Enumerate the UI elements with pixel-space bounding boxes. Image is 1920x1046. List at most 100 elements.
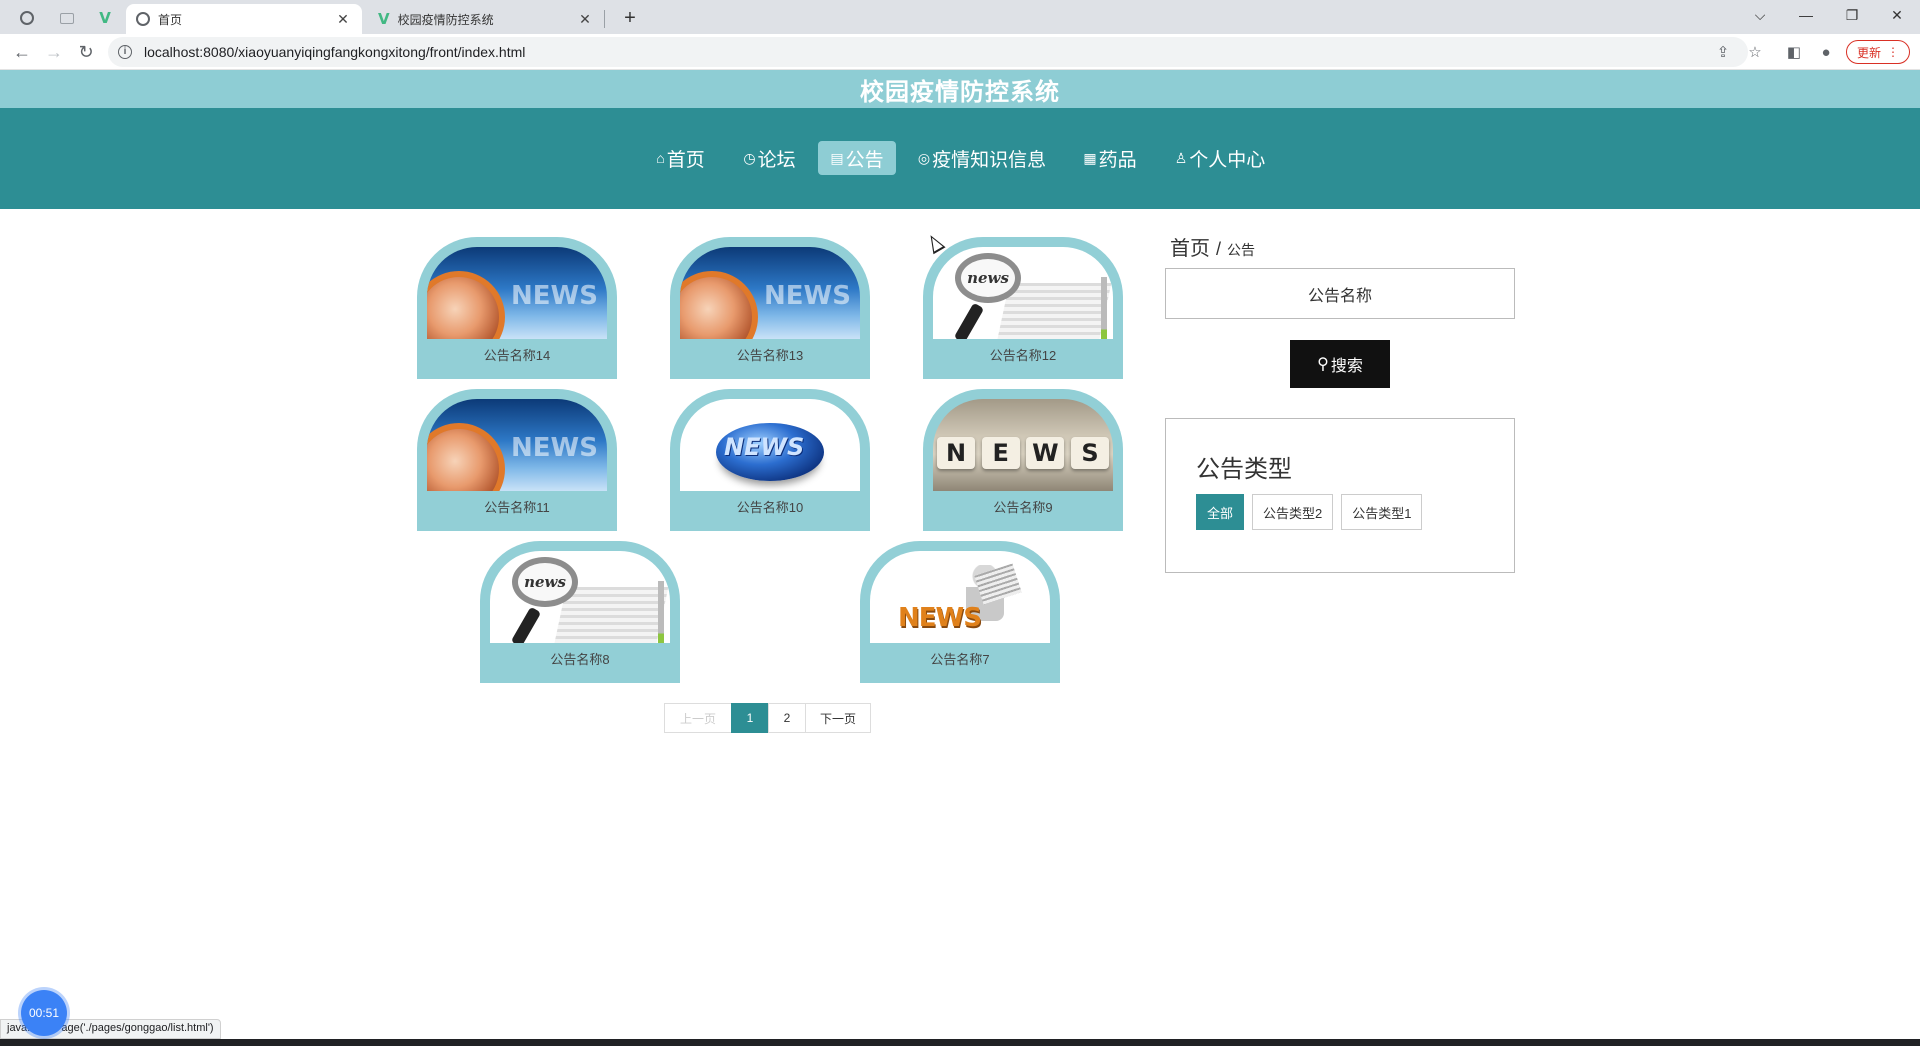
prev-page-button[interactable]: 上一页 — [664, 703, 732, 733]
notice-card[interactable]: news 公告名称8 — [480, 541, 680, 683]
breadcrumb-home[interactable]: 首页 — [1170, 232, 1210, 261]
nav-item-notice[interactable]: ▤ 公告 — [818, 141, 896, 175]
profile-avatar-icon[interactable]: ● — [1816, 42, 1836, 62]
magnifier-newspaper-image: news — [933, 247, 1113, 339]
main-navbar: ⌂ 首页 ◷ 论坛 ▤ 公告 ◎ 疫情知识信息 ▦ 药品 ♙ 个人中心 — [0, 108, 1920, 209]
notice-card[interactable]: NEWS 公告名称9 — [923, 389, 1123, 531]
nav-item-epidemic-knowledge[interactable]: ◎ 疫情知识信息 — [908, 141, 1056, 175]
breadcrumb: 首页 / 公告 — [1170, 232, 1255, 261]
notice-card[interactable]: NEWS 公告名称11 — [417, 389, 617, 531]
page-1-button[interactable]: 1 — [731, 703, 769, 733]
recording-timer[interactable]: 00:51 — [21, 990, 67, 1036]
home-icon: ⌂ — [656, 150, 665, 166]
tab-separator — [604, 10, 605, 28]
tab-system[interactable]: V 校园疫情防控系统 ✕ — [368, 4, 604, 34]
address-bar[interactable]: i localhost:8080/xiaoyuanyiqingfangkongx… — [108, 37, 1748, 67]
grid-icon: ▦ — [1083, 149, 1097, 166]
tab-search-button[interactable]: ⌵ — [1737, 0, 1783, 30]
close-window-button[interactable]: ✕ — [1874, 0, 1920, 30]
url-text[interactable]: localhost:8080/xiaoyuanyiqingfangkongxit… — [144, 44, 525, 60]
tab-title: 首页 — [158, 12, 183, 27]
browser-toolbar: ← → ↻ i localhost:8080/xiaoyuanyiqingfan… — [0, 34, 1920, 70]
nav-item-home[interactable]: ⌂ 首页 — [643, 141, 718, 175]
nav-item-medicine[interactable]: ▦ 药品 — [1075, 141, 1145, 175]
notice-card[interactable]: NEWS 公告名称13 — [670, 237, 870, 379]
bookmark-star-icon[interactable]: ☆ — [1745, 42, 1765, 62]
vue-logo-icon: V — [99, 9, 111, 27]
mouse-cursor-icon — [924, 231, 946, 255]
browser-tab-strip: V 首页 ✕ V 校园疫情防控系统 ✕ + ⌵ — ❐ ✕ — [0, 0, 1920, 34]
more-menu-icon: ⋮ — [1887, 45, 1899, 59]
nav-item-label: 首页 — [666, 149, 705, 171]
notice-card[interactable]: NEWS 公告名称10 — [670, 389, 870, 531]
back-arrow-icon[interactable]: ← — [8, 38, 36, 66]
notice-card[interactable]: news 公告名称12 — [923, 237, 1123, 379]
search-button[interactable]: ⚲ 搜索 — [1290, 340, 1390, 388]
notice-type-list: 全部 公告类型2 公告类型1 — [1196, 494, 1423, 530]
magnifier-newspaper-image: news — [490, 551, 670, 643]
notice-card-title: 公告名称9 — [993, 500, 1053, 515]
notice-card-title: 公告名称7 — [930, 652, 990, 667]
type-chip-1[interactable]: 公告类型1 — [1341, 494, 1423, 530]
nav-item-personal-center[interactable]: ♙ 个人中心 — [1164, 141, 1276, 175]
reader-news-image: NEWS — [870, 551, 1050, 643]
pinned-tab-vue[interactable]: V — [90, 4, 120, 32]
breadcrumb-current: 公告 — [1227, 242, 1256, 258]
notice-type-panel: 公告类型 全部 公告类型2 公告类型1 — [1165, 418, 1515, 573]
blank-page-icon — [60, 12, 74, 24]
globe-icon — [136, 12, 150, 26]
search-button-label: 搜索 — [1330, 358, 1363, 375]
nav-item-label: 疫情知识信息 — [932, 149, 1047, 171]
taskbar-edge — [0, 1039, 1920, 1046]
notice-icon: ▤ — [830, 149, 844, 166]
nav-item-label: 论坛 — [757, 149, 796, 171]
forward-arrow-icon[interactable]: → — [40, 38, 68, 66]
notice-card-title: 公告名称11 — [484, 500, 550, 515]
notice-card-title: 公告名称14 — [483, 348, 551, 363]
site-info-icon[interactable]: i — [118, 45, 132, 59]
side-panel-icon[interactable]: ◧ — [1784, 42, 1804, 62]
site-title: 校园疫情防控系统 — [860, 78, 1060, 106]
pinned-tab-blank[interactable] — [52, 4, 82, 32]
notice-card-title: 公告名称10 — [736, 500, 804, 515]
close-tab-icon[interactable]: ✕ — [334, 11, 352, 28]
pagination: 上一页 1 2 下一页 — [664, 703, 871, 733]
notice-card-title: 公告名称8 — [550, 652, 610, 667]
breadcrumb-separator: / — [1216, 239, 1222, 259]
earth-news-image: NEWS — [680, 399, 860, 491]
globe-news-image: NEWS — [427, 399, 607, 491]
close-tab-icon[interactable]: ✕ — [576, 11, 594, 28]
nav-item-label: 公告 — [845, 149, 884, 171]
nav-item-label: 药品 — [1098, 149, 1137, 171]
notice-type-title: 公告类型 — [1196, 456, 1292, 483]
notice-card[interactable]: NEWS 公告名称14 — [417, 237, 617, 379]
search-icon: ⚲ — [1317, 356, 1329, 373]
globe-news-image: NEWS — [680, 247, 860, 339]
globe-news-image: NEWS — [427, 247, 607, 339]
globe-icon — [20, 11, 34, 25]
new-tab-button[interactable]: + — [616, 4, 644, 32]
pinned-tab-globe[interactable] — [12, 4, 42, 32]
minimize-button[interactable]: — — [1783, 0, 1829, 30]
user-icon: ♙ — [1174, 149, 1188, 166]
type-chip-2[interactable]: 公告类型2 — [1252, 494, 1334, 530]
nav-item-forum[interactable]: ◷ 论坛 — [732, 141, 807, 175]
notice-card-title: 公告名称13 — [736, 348, 804, 363]
next-page-button[interactable]: 下一页 — [805, 703, 871, 733]
restore-button[interactable]: ❐ — [1829, 0, 1875, 30]
search-input[interactable]: 公告名称 — [1165, 268, 1515, 319]
site-title-bar: 校园疫情防控系统 — [0, 70, 1920, 108]
type-chip-all[interactable]: 全部 — [1196, 494, 1245, 530]
clock-icon: ◷ — [743, 149, 756, 166]
update-label: 更新 — [1856, 45, 1881, 60]
reload-icon[interactable]: ↻ — [72, 38, 100, 66]
share-icon[interactable]: ⇪ — [1713, 42, 1733, 62]
notice-card[interactable]: NEWS 公告名称7 — [860, 541, 1060, 683]
page-2-button[interactable]: 2 — [768, 703, 806, 733]
update-button[interactable]: 更新 ⋮ — [1846, 40, 1910, 64]
link-icon: ◎ — [917, 149, 931, 166]
dice-news-image: NEWS — [933, 399, 1113, 491]
tab-title: 校园疫情防控系统 — [397, 12, 494, 27]
tab-home[interactable]: 首页 ✕ — [126, 4, 362, 34]
vue-logo-icon: V — [378, 10, 390, 28]
